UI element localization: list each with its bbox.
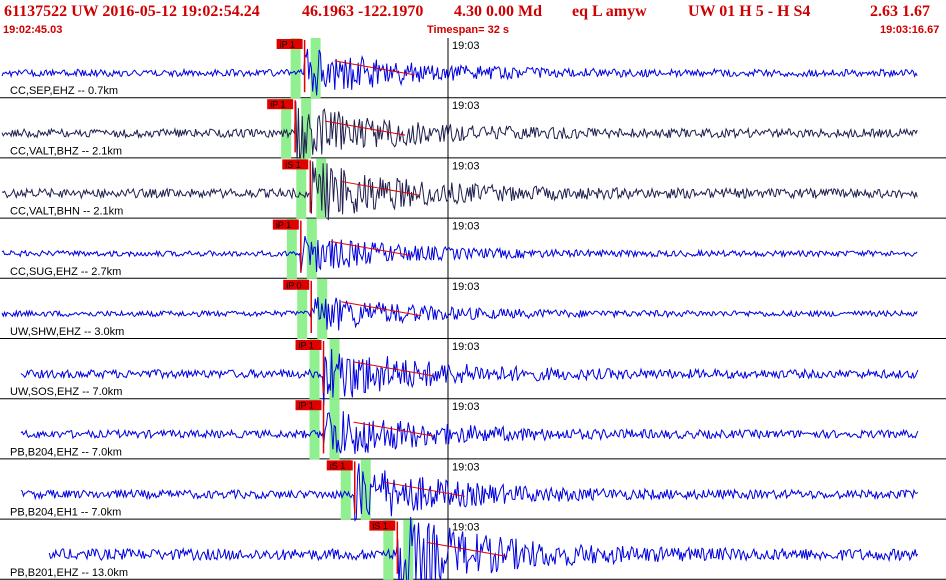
- end-time: 19:03:16.67: [880, 24, 940, 36]
- waveform-plot[interactable]: 19:03 iP 1 CC,SEP,EHZ -- 0.7km 19:03 iP 1 CC,…: [0, 38, 946, 580]
- pick-label: iP 1: [299, 401, 314, 411]
- station-label: CC,SEP,EHZ -- 0.7km: [10, 85, 118, 97]
- minute-mark: 19:03: [452, 160, 480, 172]
- event-depth-magnitude: 4.30 0.00 Md: [454, 3, 542, 20]
- event-location: 46.1963 -122.1970: [302, 3, 424, 20]
- seismogram-panels[interactable]: 19:03 iP 1 CC,SEP,EHZ -- 0.7km 19:03 iP 1 CC,…: [0, 38, 946, 580]
- trace-panel: 19:03 iS 1 PB,B204,EH1 -- 7.0km: [0, 459, 946, 522]
- start-time: 19:02:45.03: [3, 24, 63, 36]
- minute-mark: 19:03: [452, 401, 480, 413]
- pick-label: iP 1: [270, 100, 285, 110]
- station-label: CC,SUG,EHZ -- 2.7km: [10, 266, 121, 278]
- event-type: eq L amyw: [572, 3, 647, 20]
- minute-mark: 19:03: [452, 100, 480, 112]
- trace-panel: 19:03 iP 1 CC,SUG,EHZ -- 2.7km: [0, 218, 946, 279]
- trace-panel: 19:03 iS 1 PB,B201,EHZ -- 13.0km: [0, 516, 946, 580]
- event-network-info: UW 01 H 5 - H S4: [688, 3, 811, 20]
- pick-label: iP 1: [276, 220, 291, 230]
- station-label: CC,VALT,BHN -- 2.1km: [10, 206, 123, 218]
- minute-mark: 19:03: [452, 341, 480, 353]
- station-label: PB,B204,EH1 -- 7.0km: [10, 507, 121, 519]
- pick-label: iS 1: [372, 521, 388, 531]
- trace-panel: 19:03 iP 1 CC,SEP,EHZ -- 0.7km: [0, 38, 946, 99]
- waveform: [1, 235, 918, 273]
- station-label: UW,SOS,EHZ -- 7.0km: [10, 386, 122, 398]
- station-label: CC,VALT,BHZ -- 2.1km: [10, 145, 122, 157]
- timespan: Timespan= 32 s: [427, 24, 510, 36]
- pick-label: iP 1: [299, 341, 314, 351]
- event-quality: 2.63 1.67: [870, 3, 930, 20]
- coda-line: [427, 542, 508, 558]
- pick-label: iP 1: [280, 40, 295, 50]
- trace-panel: 19:03 iP 1 CC,VALT,BHZ -- 2.1km: [0, 98, 946, 165]
- waveform: [48, 516, 919, 580]
- pick-label: iS 1: [285, 160, 301, 170]
- trace-panel: 19:03 iP 1 UW,SOS,EHZ -- 7.0km: [0, 339, 946, 406]
- event-header: 61137522 UW 2016-05-12 19:02:54.24 46.19…: [0, 0, 946, 38]
- waveform: [1, 297, 918, 331]
- pick-label: iS 1: [330, 461, 346, 471]
- event-id-time: 61137522 UW 2016-05-12 19:02:54.24: [4, 3, 260, 20]
- station-label: PB,B204,EHZ -- 7.0km: [10, 446, 122, 458]
- minute-mark: 19:03: [452, 40, 480, 52]
- trace-panel: 19:03 iP 0 UW,SHW,EHZ -- 3.0km: [0, 278, 946, 339]
- waveform: [20, 348, 919, 406]
- pick-label: iP 0: [286, 280, 301, 290]
- pick-window: [329, 399, 340, 460]
- minute-mark: 19:03: [452, 461, 480, 473]
- trace-panel: 19:03 iS 1 CC,VALT,BHN -- 2.1km: [0, 158, 946, 221]
- station-label: PB,B201,EHZ -- 13.0km: [10, 567, 128, 579]
- minute-mark: 19:03: [452, 221, 480, 233]
- trace-panel: 19:03 iP 1 PB,B204,EHZ -- 7.0km: [0, 399, 946, 460]
- waveform: [20, 411, 919, 455]
- waveform: [1, 48, 918, 96]
- minute-mark: 19:03: [452, 522, 480, 534]
- station-label: UW,SHW,EHZ -- 3.0km: [10, 326, 124, 338]
- minute-mark: 19:03: [452, 281, 480, 293]
